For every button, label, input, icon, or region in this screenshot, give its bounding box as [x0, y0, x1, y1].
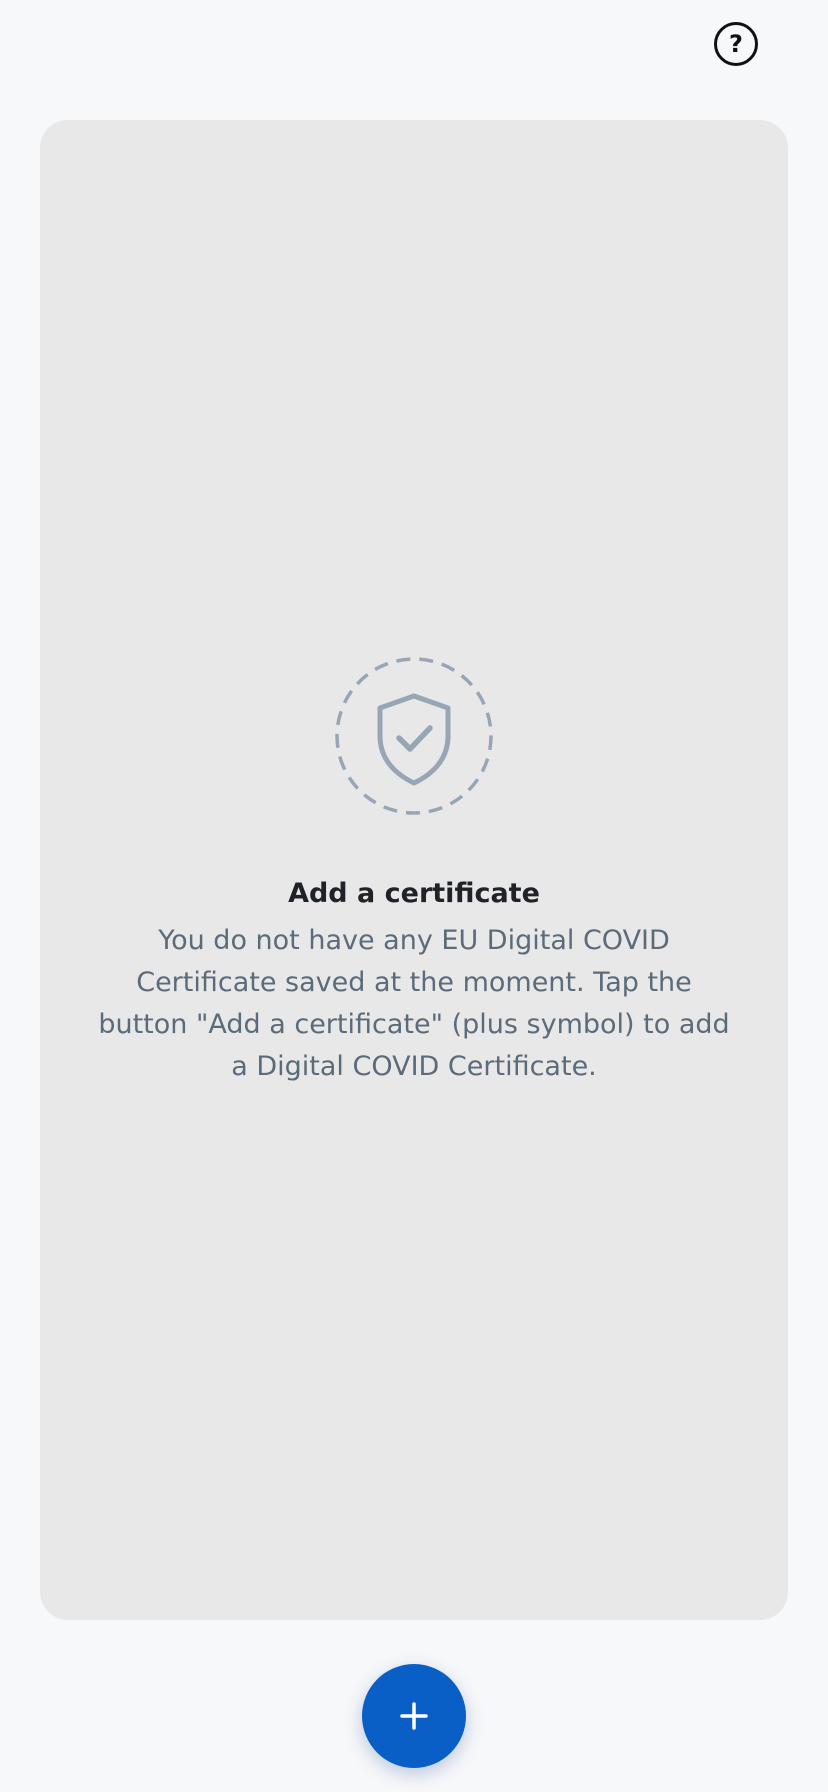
add-certificate-button[interactable] [362, 1664, 466, 1768]
empty-state-title: Add a certificate [288, 878, 540, 909]
empty-state-message: You do not have any EU Digital COVID Cer… [98, 925, 730, 1082]
help-circle-icon: ? [729, 30, 743, 58]
shield-check-icon [335, 657, 493, 815]
help-button[interactable]: ? [714, 22, 758, 66]
certificates-card [40, 120, 788, 1620]
plus-icon [400, 1702, 428, 1730]
